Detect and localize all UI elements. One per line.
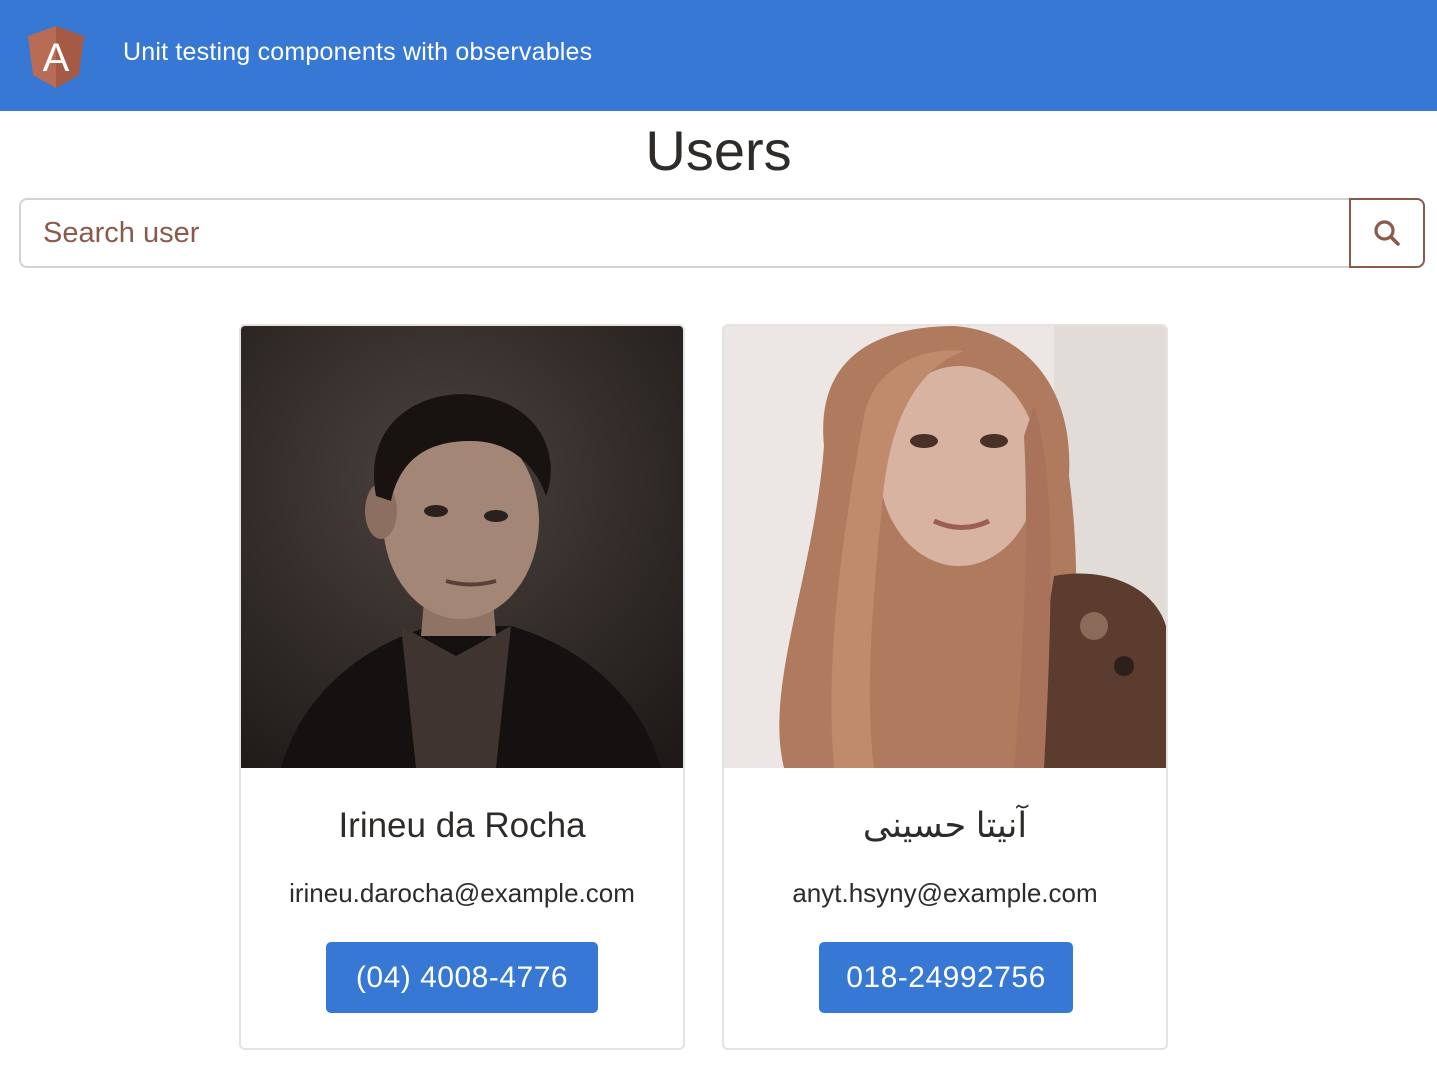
- phone-button[interactable]: (04) 4008-4776: [326, 942, 598, 1013]
- page-title: Users: [645, 119, 792, 182]
- user-email: irineu.darocha@example.com: [289, 878, 635, 908]
- user-email: anyt.hsyny@example.com: [792, 878, 1098, 908]
- phone-button[interactable]: 018-24992756: [819, 942, 1073, 1013]
- search-input[interactable]: [19, 198, 1349, 268]
- app-title: Unit testing components with observables: [123, 38, 593, 66]
- top-navbar: A Unit testing components with observabl…: [0, 0, 1437, 111]
- user-card: آنیتا حسینی anyt.hsyny@example.com 018-2…: [722, 324, 1168, 1050]
- user-card: Irineu da Rocha irineu.darocha@example.c…: [239, 324, 685, 1050]
- search-button[interactable]: [1349, 198, 1425, 268]
- user-photo: [724, 326, 1166, 768]
- angular-logo-icon: A: [28, 26, 84, 88]
- logo-letter: A: [43, 36, 70, 80]
- search-bar: [19, 198, 1425, 268]
- user-photo: [241, 326, 683, 768]
- user-name: Irineu da Rocha: [338, 806, 586, 845]
- user-name: آنیتا حسینی: [862, 806, 1028, 845]
- search-icon: [1374, 220, 1400, 246]
